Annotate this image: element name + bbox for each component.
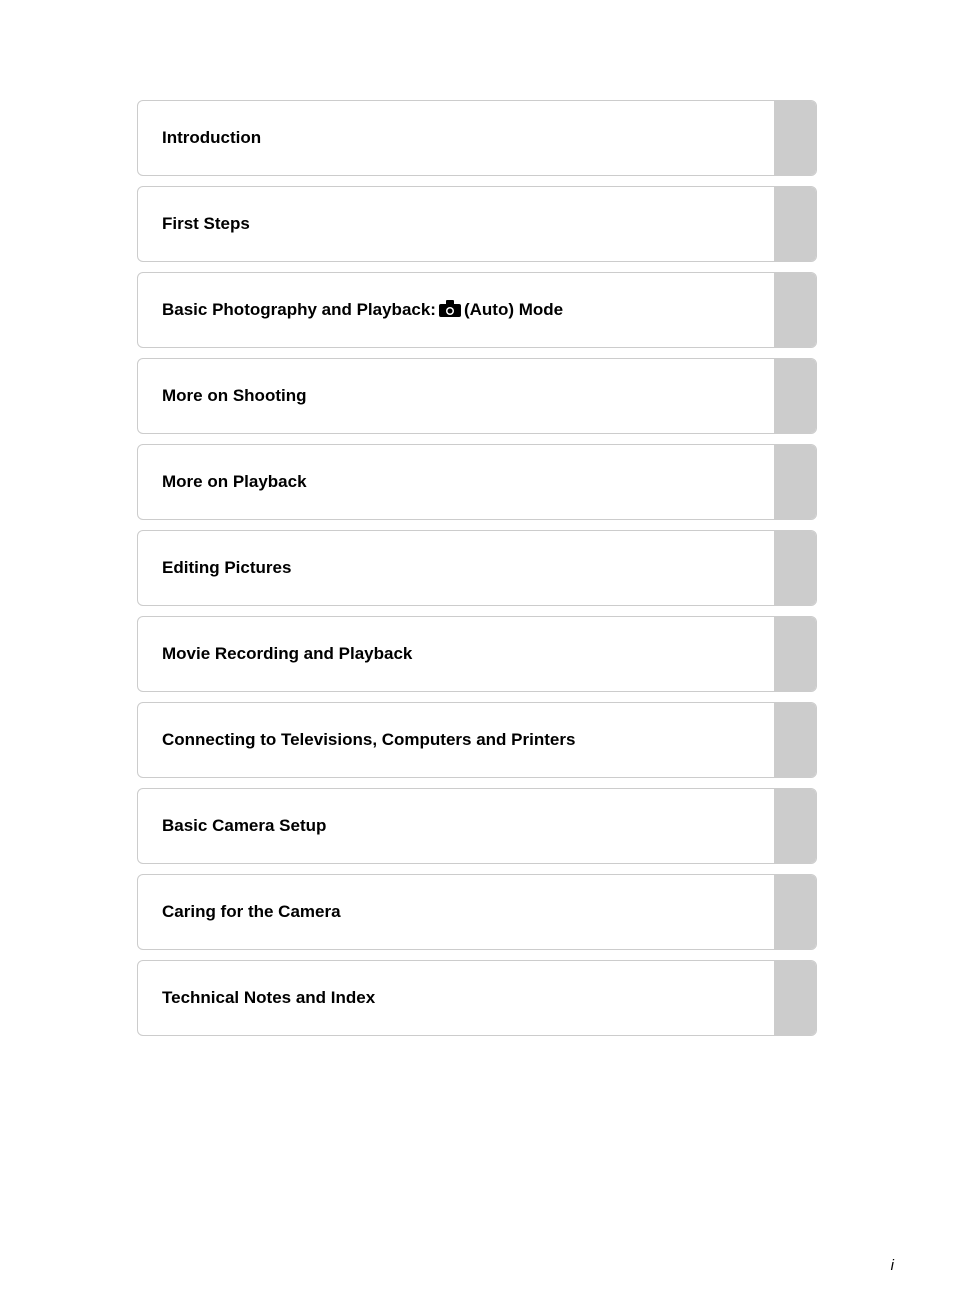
toc-item-connecting[interactable]: Connecting to Televisions, Computers and… bbox=[137, 702, 817, 778]
toc-item-text-introduction: Introduction bbox=[138, 101, 774, 175]
toc-tab-introduction bbox=[774, 101, 816, 175]
toc-item-first-steps[interactable]: First Steps bbox=[137, 186, 817, 262]
toc-item-basic-photography[interactable]: Basic Photography and Playback: (Auto) M… bbox=[137, 272, 817, 348]
toc-label-more-on-shooting: More on Shooting bbox=[162, 386, 306, 406]
toc-label-more-on-playback: More on Playback bbox=[162, 472, 307, 492]
camera-icon bbox=[439, 300, 461, 318]
toc-item-text-connecting: Connecting to Televisions, Computers and… bbox=[138, 703, 774, 777]
toc-label-caring: Caring for the Camera bbox=[162, 902, 341, 922]
toc-item-text-more-on-playback: More on Playback bbox=[138, 445, 774, 519]
toc-tab-basic-photography bbox=[774, 273, 816, 347]
toc-label-basic-camera-setup: Basic Camera Setup bbox=[162, 816, 326, 836]
toc-item-text-movie-recording: Movie Recording and Playback bbox=[138, 617, 774, 691]
toc-item-caring[interactable]: Caring for the Camera bbox=[137, 874, 817, 950]
toc-item-more-on-shooting[interactable]: More on Shooting bbox=[137, 358, 817, 434]
toc-tab-editing-pictures bbox=[774, 531, 816, 605]
toc-label-connecting: Connecting to Televisions, Computers and… bbox=[162, 730, 575, 750]
toc-tab-connecting bbox=[774, 703, 816, 777]
toc-item-text-editing-pictures: Editing Pictures bbox=[138, 531, 774, 605]
toc-tab-caring bbox=[774, 875, 816, 949]
toc-list: Introduction First Steps Basic Photograp… bbox=[137, 100, 817, 1046]
toc-item-technical-notes[interactable]: Technical Notes and Index bbox=[137, 960, 817, 1036]
toc-item-introduction[interactable]: Introduction bbox=[137, 100, 817, 176]
toc-item-text-more-on-shooting: More on Shooting bbox=[138, 359, 774, 433]
toc-label-technical-notes: Technical Notes and Index bbox=[162, 988, 375, 1008]
toc-tab-first-steps bbox=[774, 187, 816, 261]
toc-item-text-technical-notes: Technical Notes and Index bbox=[138, 961, 774, 1035]
toc-label-basic-photography: Basic Photography and Playback: bbox=[162, 300, 436, 320]
toc-tab-basic-camera-setup bbox=[774, 789, 816, 863]
toc-tab-more-on-playback bbox=[774, 445, 816, 519]
toc-tab-movie-recording bbox=[774, 617, 816, 691]
toc-label-introduction: Introduction bbox=[162, 128, 261, 148]
toc-item-text-basic-camera-setup: Basic Camera Setup bbox=[138, 789, 774, 863]
toc-tab-more-on-shooting bbox=[774, 359, 816, 433]
toc-label-basic-photography-suffix: (Auto) Mode bbox=[464, 300, 563, 320]
toc-label-movie-recording: Movie Recording and Playback bbox=[162, 644, 412, 664]
toc-item-editing-pictures[interactable]: Editing Pictures bbox=[137, 530, 817, 606]
toc-label-editing-pictures: Editing Pictures bbox=[162, 558, 291, 578]
toc-label-first-steps: First Steps bbox=[162, 214, 250, 234]
toc-item-text-first-steps: First Steps bbox=[138, 187, 774, 261]
toc-item-text-basic-photography: Basic Photography and Playback: (Auto) M… bbox=[138, 273, 774, 347]
page-content: Introduction First Steps Basic Photograp… bbox=[0, 0, 954, 1106]
page-number: i bbox=[891, 1257, 894, 1274]
toc-item-more-on-playback[interactable]: More on Playback bbox=[137, 444, 817, 520]
toc-tab-technical-notes bbox=[774, 961, 816, 1035]
toc-item-basic-camera-setup[interactable]: Basic Camera Setup bbox=[137, 788, 817, 864]
toc-item-movie-recording[interactable]: Movie Recording and Playback bbox=[137, 616, 817, 692]
toc-item-text-caring: Caring for the Camera bbox=[138, 875, 774, 949]
